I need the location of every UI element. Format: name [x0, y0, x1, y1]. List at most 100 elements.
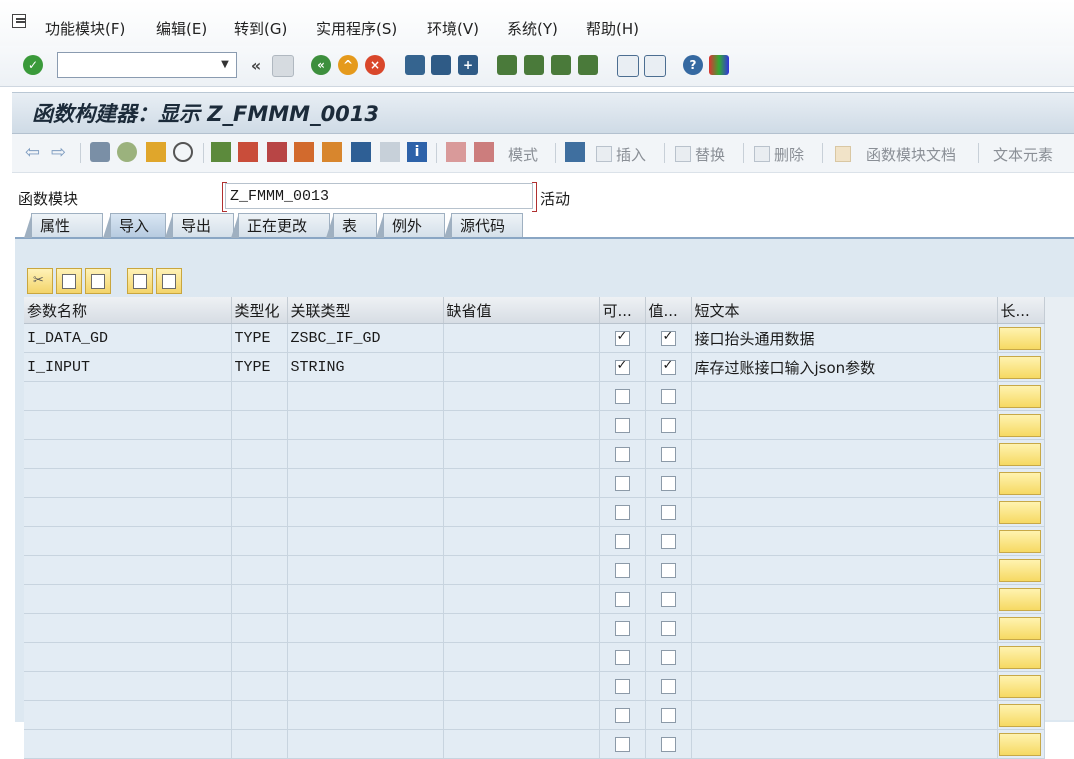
parameter-name-cell[interactable] — [24, 381, 232, 411]
default-value-cell[interactable] — [443, 381, 600, 411]
column-header[interactable]: 类型化 — [231, 297, 288, 324]
long-text-button[interactable] — [998, 500, 1041, 524]
typing-cell[interactable] — [231, 613, 288, 643]
long-text-button[interactable] — [998, 413, 1041, 437]
associated-type-cell[interactable] — [287, 613, 444, 643]
parameter-name-cell[interactable] — [24, 700, 232, 730]
exit-icon[interactable]: ^ — [338, 55, 358, 75]
optional-checkbox[interactable] — [614, 505, 630, 520]
default-value-cell[interactable] — [443, 468, 600, 498]
vertical-scrollbar[interactable] — [1045, 297, 1074, 720]
typing-cell[interactable] — [231, 439, 288, 469]
typing-cell[interactable]: TYPE — [231, 323, 288, 353]
last-page-icon[interactable] — [578, 55, 598, 75]
short-text-cell[interactable] — [691, 584, 998, 614]
typing-cell[interactable] — [231, 468, 288, 498]
column-header[interactable]: 长... — [997, 297, 1045, 324]
insert-row-icon[interactable] — [127, 268, 153, 294]
pass-value-checkbox[interactable] — [660, 650, 676, 665]
short-text-cell[interactable] — [691, 642, 998, 672]
typing-cell[interactable] — [231, 642, 288, 672]
long-text-button[interactable] — [998, 645, 1041, 669]
optional-checkbox[interactable] — [614, 534, 630, 549]
long-text-button[interactable] — [998, 616, 1041, 640]
typing-cell[interactable] — [231, 729, 288, 759]
short-text-cell[interactable]: 库存过账接口输入json参数 — [691, 352, 998, 382]
associated-type-cell[interactable]: STRING — [287, 352, 444, 382]
associated-type-cell[interactable] — [287, 410, 444, 440]
associated-type-cell[interactable] — [287, 439, 444, 469]
short-text-cell[interactable] — [691, 613, 998, 643]
find-icon[interactable] — [431, 55, 451, 75]
back-icon[interactable]: « — [311, 55, 331, 75]
menu-goto[interactable]: 转到(G) — [234, 18, 287, 39]
hierarchy-icon[interactable] — [322, 142, 342, 162]
typing-cell[interactable] — [231, 671, 288, 701]
parameter-name-cell[interactable] — [24, 729, 232, 759]
column-header[interactable]: 可... — [599, 297, 646, 324]
window-icon[interactable] — [380, 142, 400, 162]
long-text-button[interactable] — [998, 732, 1041, 756]
typing-cell[interactable] — [231, 381, 288, 411]
short-text-cell[interactable] — [691, 700, 998, 730]
object-list-icon[interactable] — [211, 142, 231, 162]
tab-import[interactable]: 导入 — [103, 213, 166, 238]
enter-check-icon[interactable]: ✓ — [23, 55, 43, 75]
mode-button[interactable]: 模式 — [508, 144, 538, 165]
associated-type-cell[interactable] — [287, 700, 444, 730]
optional-checkbox[interactable] — [614, 708, 630, 723]
associated-type-cell[interactable] — [287, 497, 444, 527]
tab-export[interactable]: 导出 — [165, 213, 234, 238]
typing-cell[interactable] — [231, 526, 288, 556]
display-change-icon[interactable] — [117, 142, 137, 162]
optional-checkbox[interactable] — [614, 592, 630, 607]
short-text-cell[interactable]: 接口抬头通用数据 — [691, 323, 998, 353]
menu-icon[interactable] — [12, 14, 26, 28]
menu-edit[interactable]: 编辑(E) — [156, 18, 207, 39]
next-page-icon[interactable] — [551, 55, 571, 75]
default-value-cell[interactable] — [443, 497, 600, 527]
pass-value-checkbox[interactable] — [660, 418, 676, 433]
shortcut-icon[interactable] — [644, 55, 666, 77]
column-header[interactable]: 值... — [645, 297, 692, 324]
long-text-button[interactable] — [998, 384, 1041, 408]
fm-documentation-button[interactable]: 函数模块文档 — [866, 144, 956, 165]
info-icon[interactable]: i — [407, 142, 427, 162]
short-text-cell[interactable] — [691, 410, 998, 440]
stack-icon[interactable] — [351, 142, 371, 162]
parameter-name-cell[interactable]: I_DATA_GD — [24, 323, 232, 353]
parameter-name-cell[interactable] — [24, 497, 232, 527]
optional-checkbox[interactable] — [614, 358, 630, 375]
pass-value-checkbox[interactable] — [660, 679, 676, 694]
first-page-icon[interactable] — [497, 55, 517, 75]
tab-source-code[interactable]: 源代码 — [444, 213, 523, 238]
tab-exceptions[interactable]: 例外 — [376, 213, 445, 238]
function-module-field[interactable]: Z_FMMM_0013 — [222, 182, 537, 212]
short-text-cell[interactable] — [691, 439, 998, 469]
long-text-button[interactable] — [998, 558, 1041, 582]
short-text-cell[interactable] — [691, 729, 998, 759]
parameter-name-cell[interactable] — [24, 613, 232, 643]
default-value-cell[interactable] — [443, 410, 600, 440]
pass-value-checkbox[interactable] — [660, 737, 676, 752]
new-session-icon[interactable] — [617, 55, 639, 77]
menu-environment[interactable]: 环境(V) — [427, 18, 479, 39]
parameter-name-cell[interactable] — [24, 439, 232, 469]
default-value-cell[interactable] — [443, 526, 600, 556]
pretty-printer-icon[interactable] — [474, 142, 494, 162]
chevron-down-icon[interactable]: ▼ — [216, 55, 234, 75]
tab-tables[interactable]: 表 — [326, 213, 377, 238]
arrow-right-icon[interactable]: ⇨ — [51, 142, 71, 163]
menu-function-module[interactable]: 功能模块(F) — [45, 18, 125, 39]
optional-checkbox[interactable] — [614, 563, 630, 578]
parameter-name-cell[interactable] — [24, 410, 232, 440]
pass-value-checkbox[interactable] — [660, 592, 676, 607]
replace-button[interactable]: 替换 — [695, 144, 725, 165]
typing-cell[interactable] — [231, 410, 288, 440]
default-value-cell[interactable] — [443, 352, 600, 382]
short-text-cell[interactable] — [691, 381, 998, 411]
pass-value-checkbox[interactable] — [660, 329, 676, 346]
associated-type-cell[interactable]: ZSBC_IF_GD — [287, 323, 444, 353]
text-elements-button[interactable]: 文本元素 — [993, 144, 1053, 165]
default-value-cell[interactable] — [443, 729, 600, 759]
